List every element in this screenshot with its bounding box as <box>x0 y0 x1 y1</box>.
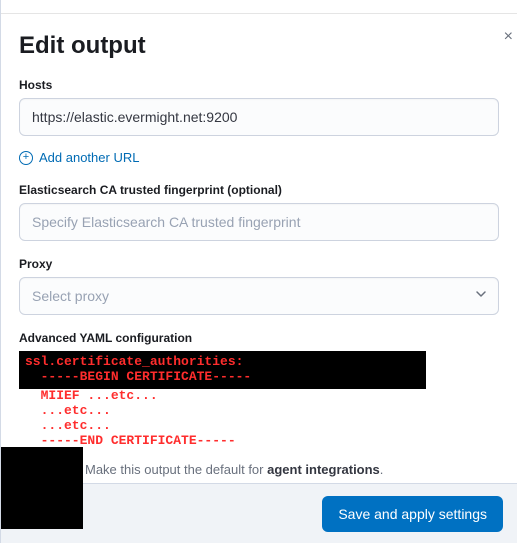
default-integrations-label: Make this output the default for agent i… <box>85 462 383 477</box>
hosts-input[interactable] <box>19 98 499 136</box>
yaml-line: MIIEF ...etc... <box>25 388 158 403</box>
obscuring-block <box>1 447 83 529</box>
default-integrations-toggle-row: ✓ Make this output the default for agent… <box>19 461 499 479</box>
close-icon[interactable]: × <box>504 28 513 46</box>
yaml-line: ...etc... <box>25 403 111 418</box>
yaml-line: -----END CERTIFICATE----- <box>25 433 236 448</box>
yaml-line: ...etc... <box>25 418 111 433</box>
proxy-label: Proxy <box>19 257 499 271</box>
proxy-select-wrap <box>19 277 499 315</box>
page-title: Edit output <box>19 32 499 60</box>
fingerprint-field-group: Elasticsearch CA trusted fingerprint (op… <box>19 183 499 241</box>
plus-circle-icon: + <box>19 151 33 165</box>
add-host-link[interactable]: + Add another URL <box>19 150 499 165</box>
proxy-field-group: Proxy <box>19 257 499 315</box>
yaml-line: -----BEGIN CERTIFICATE----- <box>25 369 251 384</box>
edit-output-flyout: × Edit output Hosts + Add another URL El… <box>0 0 517 543</box>
flyout-content: Edit output Hosts + Add another URL Elas… <box>1 14 517 507</box>
proxy-select[interactable] <box>19 277 499 315</box>
save-apply-button[interactable]: Save and apply settings <box>322 496 503 532</box>
fingerprint-label: Elasticsearch CA trusted fingerprint (op… <box>19 183 499 197</box>
add-host-label: Add another URL <box>39 150 139 165</box>
yaml-editor[interactable]: ssl.certificate_authorities: -----BEGIN … <box>19 351 499 451</box>
yaml-line: ssl.certificate_authorities: <box>25 354 243 369</box>
yaml-field-group: Advanced YAML configuration ssl.certific… <box>19 331 499 507</box>
flyout-topbar <box>1 0 517 14</box>
yaml-highlight-block: ssl.certificate_authorities: -----BEGIN … <box>19 351 426 389</box>
hosts-label: Hosts <box>19 78 499 92</box>
hosts-field-group: Hosts + Add another URL <box>19 78 499 165</box>
yaml-label: Advanced YAML configuration <box>19 331 499 345</box>
fingerprint-input[interactable] <box>19 203 499 241</box>
yaml-body-block: MIIEF ...etc... ...etc... ...etc... ----… <box>19 389 499 451</box>
